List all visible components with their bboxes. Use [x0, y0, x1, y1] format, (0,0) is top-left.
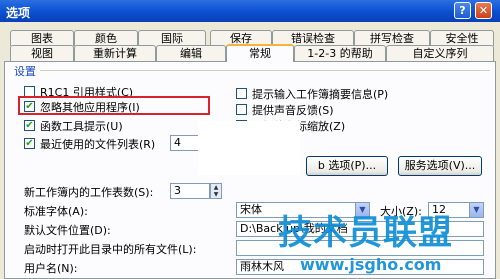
help-button[interactable]: ? [454, 2, 471, 19]
function-tooltips-label: 函数工具提示(U) [40, 120, 123, 133]
tab-security[interactable]: 安全性 [430, 30, 494, 46]
watermark-url: www.jsgho.com [300, 255, 442, 274]
recent-files-label: 最近使用的文件列表(R) [40, 138, 156, 151]
web-options-button[interactable]: b 选项(P)... [306, 156, 388, 176]
tab-color[interactable]: 颜色 [74, 30, 138, 46]
tab-chart[interactable]: 图表 [10, 30, 74, 46]
close-button[interactable]: ✕ [475, 2, 492, 19]
tab-lotus-help[interactable]: 1-2-3 的帮助 [294, 45, 386, 61]
function-tooltips-checkbox[interactable]: ✔ [24, 120, 35, 131]
tab-spelling[interactable]: 拼写检查 [354, 30, 430, 46]
title-bar: 选项 ? ✕ [0, 0, 500, 22]
summary-info-checkbox[interactable] [236, 88, 247, 99]
window-title: 选项 [6, 6, 31, 20]
highlight-box [18, 96, 210, 115]
sound-feedback-checkbox[interactable] [236, 104, 247, 115]
tab-international[interactable]: 国际 [138, 30, 206, 46]
watermark-text: 技术员联盟 [278, 213, 453, 253]
tab-custom-lists[interactable]: 自定义序列 [386, 45, 494, 61]
tab-calculation[interactable]: 重新计算 [74, 45, 156, 61]
user-name-label: 用户名(N): [24, 262, 78, 275]
sheets-count-input[interactable]: 3 [170, 183, 210, 199]
font-size-dropdown-arrow[interactable]: ▼ [469, 202, 484, 218]
group-divider [40, 70, 490, 71]
sound-feedback-label: 提供声音反馈(S) [252, 104, 334, 117]
sheets-count-label: 新工作簿内的工作表数(S): [24, 186, 154, 199]
sheets-count-spinner[interactable]: ▲ ▼ [210, 183, 222, 199]
occluding-block [198, 121, 300, 175]
settings-group-label: 设置 [14, 65, 36, 78]
startup-folder-label: 启动时打开此目录中的所有文件(L): [24, 243, 197, 256]
default-location-label: 默认文件位置(D): [24, 224, 111, 237]
service-options-button[interactable]: 服务选项(V)... [398, 156, 482, 176]
tab-view[interactable]: 视图 [10, 45, 74, 61]
recent-files-checkbox[interactable]: ✔ [24, 138, 35, 149]
tab-edit[interactable]: 编辑 [156, 45, 226, 61]
standard-font-label: 标准字体(A): [24, 205, 88, 218]
summary-info-label: 提示输入工作簿摘要信息(P) [252, 88, 389, 101]
tab-general[interactable]: 常规 [226, 44, 294, 62]
